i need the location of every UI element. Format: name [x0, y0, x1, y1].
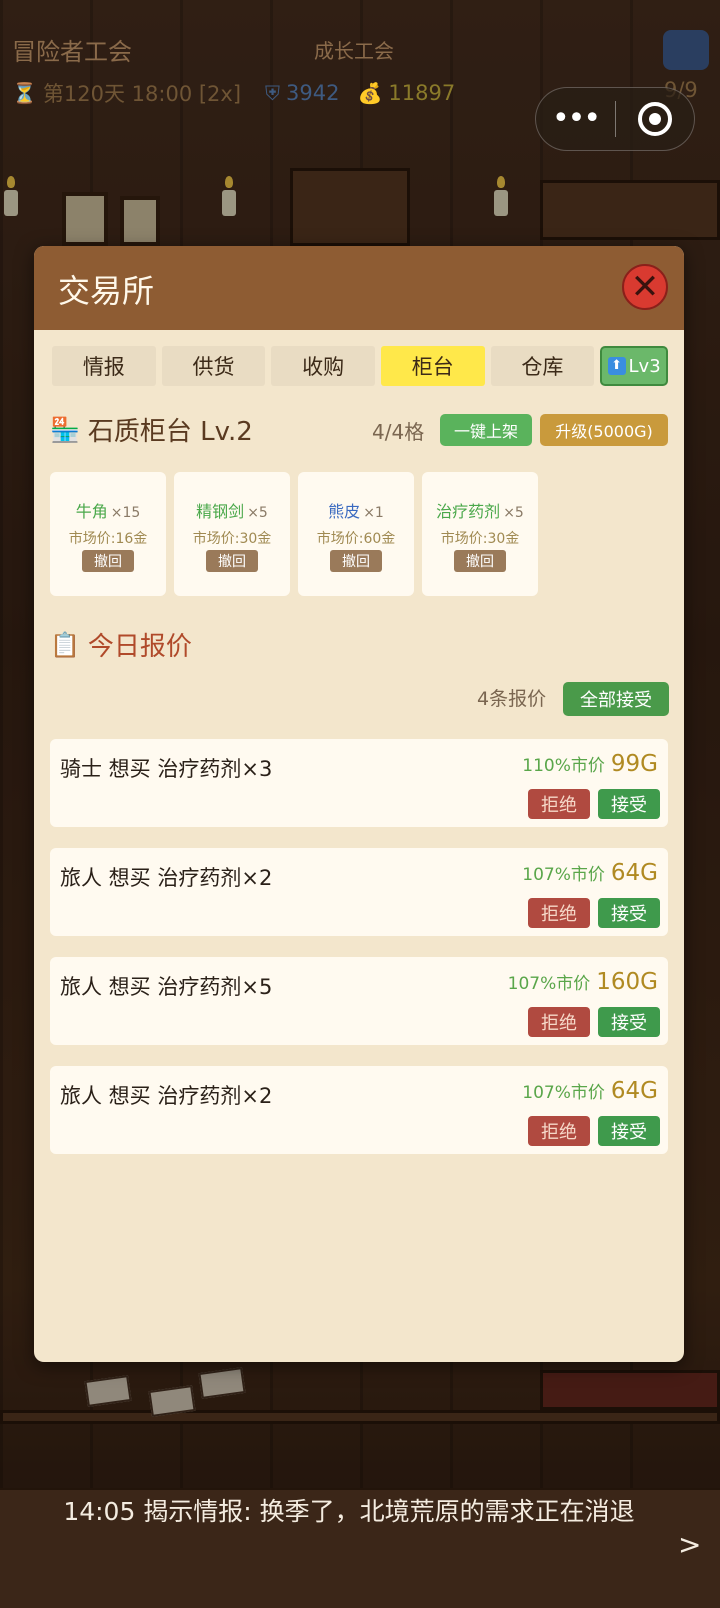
hourglass-icon: ⏳ — [12, 81, 37, 105]
item-qty: ×15 — [110, 505, 141, 521]
reject-button[interactable]: 拒绝 — [528, 789, 590, 819]
exchange-modal: 交易所 ✕ 情报 供货 收购 柜台 仓库 ⬆ Lv3 🏪 石质柜台 Lv.2 4… — [34, 246, 684, 1362]
arrow-up-icon: ⬆ — [607, 357, 626, 375]
offer-list: 骑士 想买 治疗药剂×3 110%市价 99G 拒绝 接受 旅人 想买 治疗药剂… — [50, 739, 668, 1175]
item-label: 熊皮 — [328, 502, 361, 521]
item-card: 精钢剑 ×5 市场价:30金 撤回 — [174, 472, 290, 596]
item-name: 熊皮 ×1 — [328, 498, 384, 522]
item-qty: ×5 — [503, 505, 524, 521]
item-name: 牛角 ×15 — [76, 498, 141, 522]
item-price: 市场价:60金 — [316, 531, 396, 547]
recall-button[interactable]: 撤回 — [454, 550, 506, 572]
offer-row: 旅人 想买 治疗药剂×2 107%市价 64G 拒绝 接受 — [50, 848, 668, 936]
offer-text: 旅人 想买 治疗药剂×2 — [60, 866, 273, 890]
counter-header: 🏪 石质柜台 Lv.2 — [50, 411, 253, 448]
accept-button[interactable]: 接受 — [598, 898, 660, 928]
offer-row: 旅人 想买 治疗药剂×2 107%市价 64G 拒绝 接受 — [50, 1066, 668, 1154]
offer-percent: 107%市价 — [522, 865, 605, 885]
offer-price: 107%市价 160G — [508, 969, 658, 995]
defense-value: 3942 — [286, 81, 340, 105]
item-price: 市场价:16金 — [68, 531, 148, 547]
tab-warehouse[interactable]: 仓库 — [490, 346, 595, 386]
accept-button[interactable]: 接受 — [598, 1007, 660, 1037]
menu-badge[interactable] — [663, 30, 709, 70]
item-card: 牛角 ×15 市场价:16金 撤回 — [50, 472, 166, 596]
tab-intel[interactable]: 情报 — [52, 346, 156, 386]
counter-items: 牛角 ×15 市场价:16金 撤回 精钢剑 ×5 市场价:30金 撤回 熊皮 ×1 市… — [50, 472, 538, 596]
offer-percent: 107%市价 — [507, 974, 591, 994]
item-name: 精钢剑 ×5 — [196, 498, 268, 522]
offer-gold: 160G — [596, 969, 658, 995]
item-label: 牛角 — [75, 502, 108, 521]
offer-percent: 110%市价 — [522, 756, 605, 776]
guild-name: 冒险者工会 — [12, 38, 132, 66]
list-all-button[interactable]: 一键上架 — [440, 414, 532, 446]
accept-button[interactable]: 接受 — [598, 789, 660, 819]
tab-purchase[interactable]: 收购 — [271, 346, 375, 386]
level-label: Lv3 — [628, 355, 661, 377]
offer-row: 旅人 想买 治疗药剂×5 107%市价 160G 拒绝 接受 — [50, 957, 668, 1045]
tab-bar: 情报 供货 收购 柜台 仓库 ⬆ Lv3 — [52, 346, 668, 386]
accept-button[interactable]: 接受 — [598, 1116, 660, 1146]
offer-price: 110%市价 99G — [522, 751, 658, 777]
item-qty: ×5 — [247, 505, 268, 521]
center-title: 成长工会 — [314, 39, 394, 63]
offer-price: 107%市价 64G — [522, 860, 658, 886]
reject-button[interactable]: 拒绝 — [528, 1007, 590, 1037]
quotes-header: 📋 今日报价 — [50, 626, 192, 663]
item-price: 市场价:30金 — [192, 531, 272, 547]
stats-row: ⏳ 第120天 18:00 [2x] ⛨ 3942 💰 11897 — [12, 78, 455, 108]
reject-button[interactable]: 拒绝 — [528, 1116, 590, 1146]
recall-button[interactable]: 撤回 — [82, 550, 134, 572]
offer-gold: 64G — [610, 1078, 658, 1104]
offer-text: 骑士 想买 治疗药剂×3 — [60, 757, 273, 781]
item-card: 熊皮 ×1 市场价:60金 撤回 — [298, 472, 414, 596]
gold-value: 11897 — [388, 81, 456, 105]
quotes-title: 今日报价 — [87, 632, 192, 662]
close-miniprogram-button[interactable] — [616, 102, 694, 136]
close-button[interactable]: ✕ — [622, 264, 668, 310]
chevron-right-icon[interactable]: > — [678, 1528, 701, 1561]
modal-header: 交易所 ✕ — [34, 246, 684, 330]
miniprogram-capsule: ••• — [535, 87, 695, 151]
offer-price: 107%市价 64G — [522, 1078, 658, 1104]
offer-gold: 64G — [610, 860, 658, 886]
offer-percent: 107%市价 — [522, 1083, 605, 1103]
item-name: 治疗药剂 ×5 — [436, 498, 524, 522]
offer-gold: 99G — [610, 751, 658, 777]
offer-count: 4条报价 — [477, 688, 547, 710]
offer-row: 骑士 想买 治疗药剂×3 110%市价 99G 拒绝 接受 — [50, 739, 668, 827]
news-ticker[interactable]: 14:05 揭示情报: 换季了，北境荒原的需求正在消退 > — [0, 1488, 720, 1608]
level-up-button[interactable]: ⬆ Lv3 — [600, 346, 668, 386]
slot-count: 4/4格 — [372, 420, 425, 444]
offer-text: 旅人 想买 治疗药剂×2 — [60, 1084, 273, 1108]
reject-button[interactable]: 拒绝 — [528, 898, 590, 928]
upgrade-button[interactable]: 升级(5000G) — [540, 414, 668, 446]
modal-title: 交易所 — [58, 272, 155, 310]
money-bag-icon: 💰 — [357, 81, 383, 105]
accept-all-button[interactable]: 全部接受 — [563, 682, 669, 716]
store-icon: 🏪 — [50, 415, 80, 444]
ticker-text: 14:05 揭示情报: 换季了，北境荒原的需求正在消退 — [63, 1497, 635, 1526]
tab-supply[interactable]: 供货 — [161, 346, 266, 386]
item-price: 市场价:30金 — [440, 531, 520, 547]
target-icon — [637, 102, 672, 136]
item-card: 治疗药剂 ×5 市场价:30金 撤回 — [422, 472, 538, 596]
counter-title: 石质柜台 Lv.2 — [87, 417, 253, 447]
close-icon: ✕ — [630, 267, 660, 307]
item-label: 治疗药剂 — [436, 502, 501, 521]
shield-icon: ⛨ — [265, 81, 281, 105]
item-label: 精钢剑 — [196, 502, 245, 521]
item-qty: ×1 — [363, 505, 384, 521]
more-icon[interactable]: ••• — [536, 89, 615, 149]
recall-button[interactable]: 撤回 — [330, 550, 382, 572]
offer-text: 旅人 想买 治疗药剂×5 — [60, 975, 273, 999]
recall-button[interactable]: 撤回 — [206, 550, 258, 572]
tab-counter[interactable]: 柜台 — [380, 346, 485, 386]
day-time: 第120天 18:00 [2x] — [42, 82, 242, 106]
clipboard-icon: 📋 — [50, 630, 80, 659]
